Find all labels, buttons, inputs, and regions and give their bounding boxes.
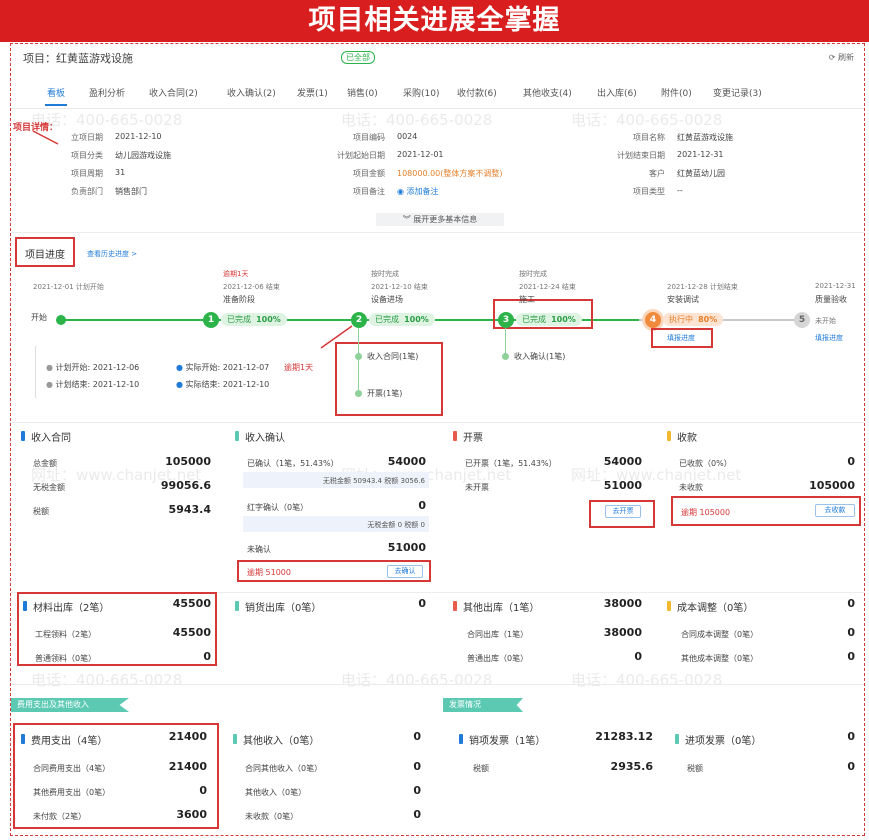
plan-end: ● 计划结束: 2021-12-10: [46, 380, 140, 389]
start-node: [56, 315, 66, 325]
sub-confirm[interactable]: 收入确认(1笔): [514, 351, 565, 362]
divider: [11, 684, 864, 685]
start-label: 开始: [31, 313, 47, 322]
banner-title: 项目相关进展全掌握: [0, 0, 869, 42]
tab-income-confirm[interactable]: 收入确认(2): [227, 86, 276, 99]
actual-end: ● 实际结束: 2021-12-10: [176, 380, 270, 389]
tab-invoice[interactable]: 发票(1): [297, 86, 328, 99]
ribbon-invoice: 发票情况: [443, 698, 523, 712]
report-progress-link[interactable]: 填报进度: [815, 333, 843, 343]
step-status-pill: 已完成 100%: [369, 313, 435, 326]
overdue-amount: 逾期 105000: [681, 508, 731, 517]
step-name: 设备进场: [371, 295, 403, 304]
tab-sales[interactable]: 销售(0): [347, 86, 378, 99]
step-status-pill: 执行中 80%: [663, 313, 724, 326]
project-header: 项目：红黄蓝游戏设施 已全部 ⟳ 刷新: [23, 50, 854, 66]
tree-line: [505, 328, 506, 356]
status-badge: 已全部: [341, 51, 375, 64]
divider: [11, 108, 864, 109]
tab-attachments[interactable]: 附件(0): [661, 86, 692, 99]
tab-inventory[interactable]: 出入库(6): [597, 86, 637, 99]
divider: [11, 232, 864, 233]
watermark-phone: 电话：400-665-0028: [571, 671, 723, 689]
step-name: 准备阶段: [223, 295, 255, 304]
watermark-phone: 电话：400-665-0028: [341, 111, 493, 129]
project-panel: 电话：400-665-0028 电话：400-665-0028 电话：400-6…: [10, 43, 865, 836]
tab-changelog[interactable]: 变更记录(3): [713, 86, 762, 99]
step-name: 质量验收: [815, 295, 847, 304]
step-name: 施工: [519, 295, 535, 304]
go-invoice-button[interactable]: 去开票: [605, 505, 641, 518]
overdue-text: 逾期1天: [284, 363, 314, 372]
expand-more-button[interactable]: ︾ 展开更多基本信息: [376, 213, 504, 226]
active-tab-indicator: [45, 104, 67, 106]
tab-board[interactable]: 看板: [47, 86, 65, 99]
step-node-5[interactable]: 5: [794, 312, 810, 328]
watermark-phone: 电话：400-665-0028: [341, 671, 493, 689]
watermark-phone: 电话：400-665-0028: [31, 671, 183, 689]
sub-contract[interactable]: 收入合同(1笔): [367, 351, 418, 362]
tab-income-contract[interactable]: 收入合同(2): [149, 86, 198, 99]
tree-line: [358, 328, 359, 394]
step-node-4[interactable]: 4: [645, 312, 661, 328]
step-status-pill: 已完成 100%: [221, 313, 287, 326]
step-node-3[interactable]: 3: [498, 312, 514, 328]
report-progress-link[interactable]: 填报进度: [667, 333, 695, 343]
refresh-icon: ⟳: [828, 53, 838, 62]
step-status-pill: 已完成 100%: [516, 313, 582, 326]
step-detail-panel: ● 计划开始: 2021-12-06 ● 实际开始: 2021-12-07 逾期…: [35, 346, 335, 398]
history-link[interactable]: 查看历史进度 >: [87, 249, 137, 259]
step-name: 安装调试: [667, 295, 699, 304]
ribbon-expense: 费用支出及其他收入: [11, 698, 129, 712]
tab-purchase[interactable]: 采购(10): [403, 86, 439, 99]
tab-other-io[interactable]: 其他收支(4): [523, 86, 572, 99]
divider: [11, 422, 864, 423]
sub-invoice[interactable]: 开票(1笔): [367, 388, 402, 399]
step-node-1[interactable]: 1: [203, 312, 219, 328]
tab-profit[interactable]: 盈利分析: [89, 86, 125, 99]
plan-start: ● 计划开始: 2021-12-06: [46, 363, 140, 372]
add-note-link[interactable]: ◉ 添加备注: [397, 186, 439, 197]
watermark-phone: 电话：400-665-0028: [571, 111, 723, 129]
tab-payments[interactable]: 收付款(6): [457, 86, 497, 99]
overdue-amount: 逾期 51000: [247, 568, 291, 577]
actual-start: ● 实际开始: 2021-12-07: [176, 363, 270, 372]
project-title: 项目：红黄蓝游戏设施: [23, 52, 133, 65]
go-confirm-button[interactable]: 去确认: [387, 565, 423, 578]
go-receipt-button[interactable]: 去收款: [815, 504, 855, 517]
refresh-button[interactable]: ⟳ 刷新: [829, 52, 854, 63]
progress-title: 项目进度: [25, 250, 65, 261]
